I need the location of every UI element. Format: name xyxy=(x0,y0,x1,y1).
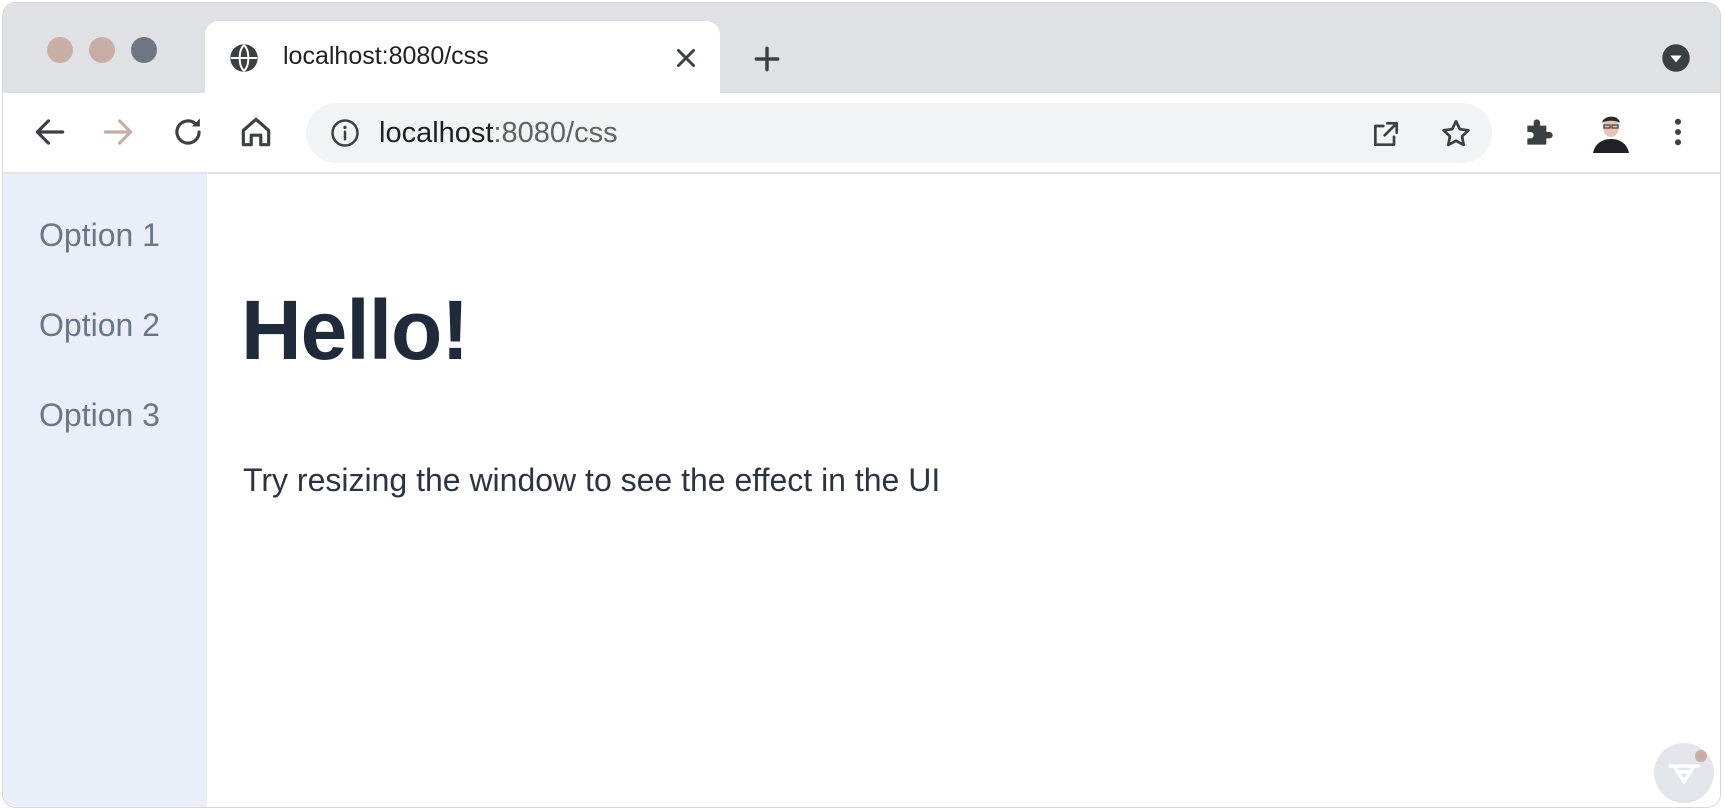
star-icon[interactable] xyxy=(1439,117,1473,151)
reload-icon[interactable] xyxy=(169,113,207,151)
sidebar-item-option-1[interactable]: Option 1 xyxy=(39,217,160,254)
address-bar[interactable]: localhost:8080/css xyxy=(306,103,1492,163)
sidebar-item-option-2[interactable]: Option 2 xyxy=(39,307,160,344)
window-controls xyxy=(47,37,157,63)
active-tab[interactable]: localhost:8080/css xyxy=(205,21,720,93)
close-window-button[interactable] xyxy=(47,37,73,63)
close-icon[interactable] xyxy=(671,43,701,73)
tab-strip: localhost:8080/css xyxy=(3,3,1720,93)
sidebar: Option 1 Option 2 Option 3 xyxy=(3,174,207,807)
arrow-right-icon[interactable] xyxy=(99,113,137,151)
url-path: :8080/css xyxy=(493,117,618,149)
page-viewport: Option 1 Option 2 Option 3 Hello! Try re… xyxy=(3,174,1720,807)
plus-icon[interactable] xyxy=(751,43,783,75)
arrow-left-icon[interactable] xyxy=(31,113,69,151)
page-description: Try resizing the window to see the effec… xyxy=(243,462,941,498)
info-icon[interactable] xyxy=(330,118,360,148)
puzzle-icon[interactable] xyxy=(1521,113,1559,151)
open-external-icon[interactable] xyxy=(1370,118,1402,150)
kebab-menu-icon[interactable] xyxy=(1659,113,1697,151)
home-icon[interactable] xyxy=(237,113,275,151)
globe-icon xyxy=(230,44,258,72)
chevron-down-circle-icon[interactable] xyxy=(1661,43,1691,73)
avatar[interactable] xyxy=(1589,107,1633,155)
tab-title: localhost:8080/css xyxy=(283,42,489,70)
sidebar-item-option-3[interactable]: Option 3 xyxy=(39,397,160,434)
minimize-window-button[interactable] xyxy=(89,37,115,63)
browser-toolbar: localhost:8080/css xyxy=(3,93,1720,174)
url-host: localhost xyxy=(379,117,494,149)
browser-window: localhost:8080/css localhost:8080/css Op… xyxy=(2,2,1721,808)
vaadin-icon[interactable] xyxy=(1653,742,1715,804)
url-text: localhost:8080/css xyxy=(379,117,618,150)
maximize-window-button[interactable] xyxy=(131,37,157,63)
page-title: Hello! xyxy=(241,283,469,377)
